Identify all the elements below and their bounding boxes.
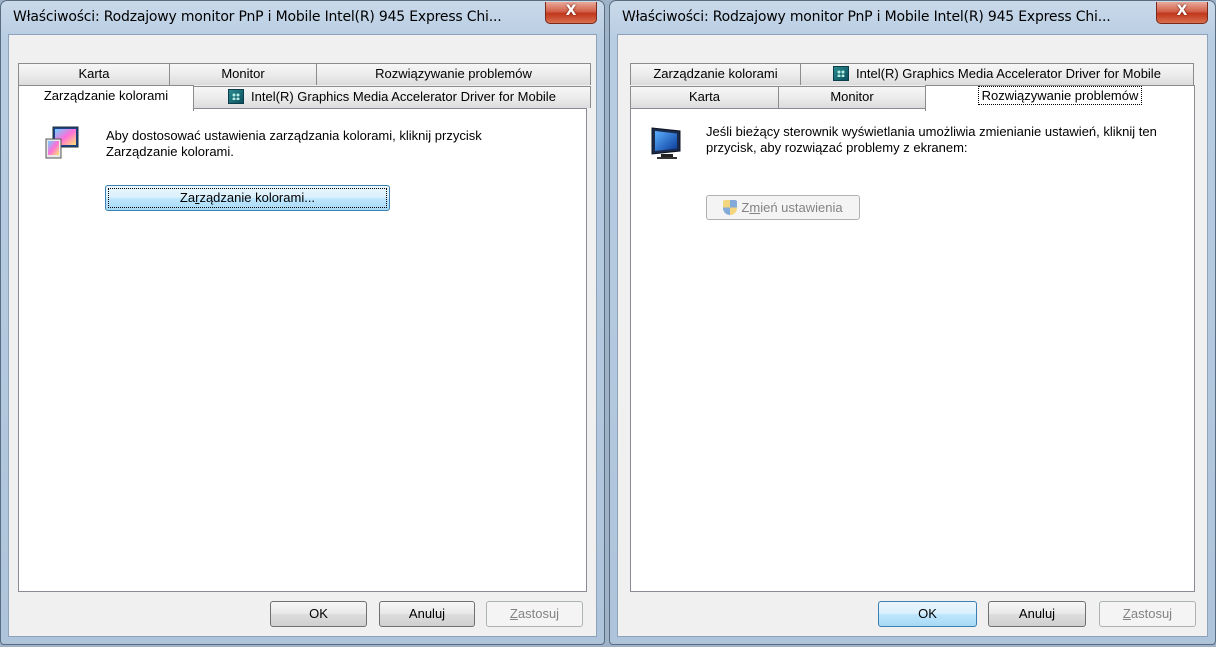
cancel-button[interactable]: Anuluj: [988, 601, 1086, 627]
properties-window-right: Właściwości: Rodzajowy monitor PnP i Mob…: [609, 0, 1216, 645]
ok-button[interactable]: OK: [270, 601, 367, 627]
color-management-icon: [45, 126, 79, 159]
dialog-client-area: Karta Monitor Rozwiązywanie problemów Za…: [8, 34, 597, 637]
intel-graphics-icon: [833, 66, 850, 81]
title-bar[interactable]: Właściwości: Rodzajowy monitor PnP i Mob…: [610, 1, 1215, 35]
color-management-description: Aby dostosować ustawienia zarządzania ko…: [106, 128, 482, 159]
btn-text-part: ień ustawienia: [760, 200, 843, 215]
tab-label: Rozwiązywanie problemów: [375, 66, 532, 81]
accelerator-key: Z: [509, 606, 518, 621]
tab-color-management[interactable]: Zarządzanie kolorami: [630, 63, 801, 85]
apply-button[interactable]: Zastosuj: [486, 601, 583, 627]
tab-monitor[interactable]: Monitor: [169, 63, 317, 85]
tab-monitor[interactable]: Monitor: [778, 86, 926, 108]
window-title: Właściwości: Rodzajowy monitor PnP i Mob…: [13, 9, 502, 25]
troubleshooting-description: Jeśli bieżący sterownik wyświetlania umo…: [706, 124, 1157, 155]
intel-graphics-icon: [228, 89, 245, 104]
close-button[interactable]: X: [545, 2, 597, 24]
dialog-client-area: Zarządzanie kolorami Intel(R) Graphics M…: [617, 34, 1208, 637]
tab-troubleshooting[interactable]: Rozwiązywanie problemów: [316, 63, 591, 85]
properties-window-left: Właściwości: Rodzajowy monitor PnP i Mob…: [0, 0, 605, 645]
tab-karta[interactable]: Karta: [18, 63, 170, 85]
close-button[interactable]: X: [1156, 2, 1208, 24]
ok-button[interactable]: OK: [878, 601, 977, 627]
tab-label: Zarządzanie kolorami: [653, 66, 778, 81]
apply-button[interactable]: Zastosuj: [1099, 601, 1196, 627]
accelerator-key: r: [195, 190, 200, 205]
change-settings-button[interactable]: Zmień ustawienia: [706, 195, 860, 220]
tab-intel-gma-driver[interactable]: Intel(R) Graphics Media Accelerator Driv…: [193, 86, 591, 108]
btn-text-part: astosuj: [517, 606, 560, 621]
tab-label: Monitor: [830, 89, 874, 104]
tab-label: Intel(R) Graphics Media Accelerator Driv…: [856, 66, 1161, 81]
window-title: Właściwości: Rodzajowy monitor PnP i Mob…: [622, 9, 1111, 25]
tab-panel-color-management: Aby dostosować ustawienia zarządzania ko…: [18, 108, 587, 592]
cancel-button[interactable]: Anuluj: [379, 601, 475, 627]
btn-text-part: Za: [179, 190, 196, 205]
monitor-icon: [651, 127, 681, 159]
btn-text-part: ządzanie kolorami...: [199, 190, 316, 205]
tab-label: Zarządzanie kolorami: [43, 88, 169, 103]
accelerator-key: m: [749, 200, 761, 215]
tab-label: Karta: [688, 89, 721, 104]
uac-shield-icon: [723, 200, 738, 215]
accelerator-key: Z: [1122, 606, 1131, 621]
tab-color-management[interactable]: Zarządzanie kolorami: [18, 85, 194, 111]
tab-intel-gma-driver[interactable]: Intel(R) Graphics Media Accelerator Driv…: [800, 63, 1194, 85]
btn-text-part: astosuj: [1130, 606, 1173, 621]
tab-label: Rozwiązywanie problemów: [977, 86, 1143, 105]
tab-label: Monitor: [221, 66, 265, 81]
color-management-button[interactable]: Zarządzanie kolorami...: [105, 185, 390, 211]
tab-label: Intel(R) Graphics Media Accelerator Driv…: [251, 89, 556, 104]
tab-panel-troubleshooting: Jeśli bieżący sterownik wyświetlania umo…: [630, 108, 1195, 592]
title-bar[interactable]: Właściwości: Rodzajowy monitor PnP i Mob…: [1, 1, 604, 35]
tab-karta[interactable]: Karta: [630, 86, 779, 108]
tab-label: Karta: [78, 66, 110, 81]
tab-troubleshooting[interactable]: Rozwiązywanie problemów: [925, 85, 1195, 111]
